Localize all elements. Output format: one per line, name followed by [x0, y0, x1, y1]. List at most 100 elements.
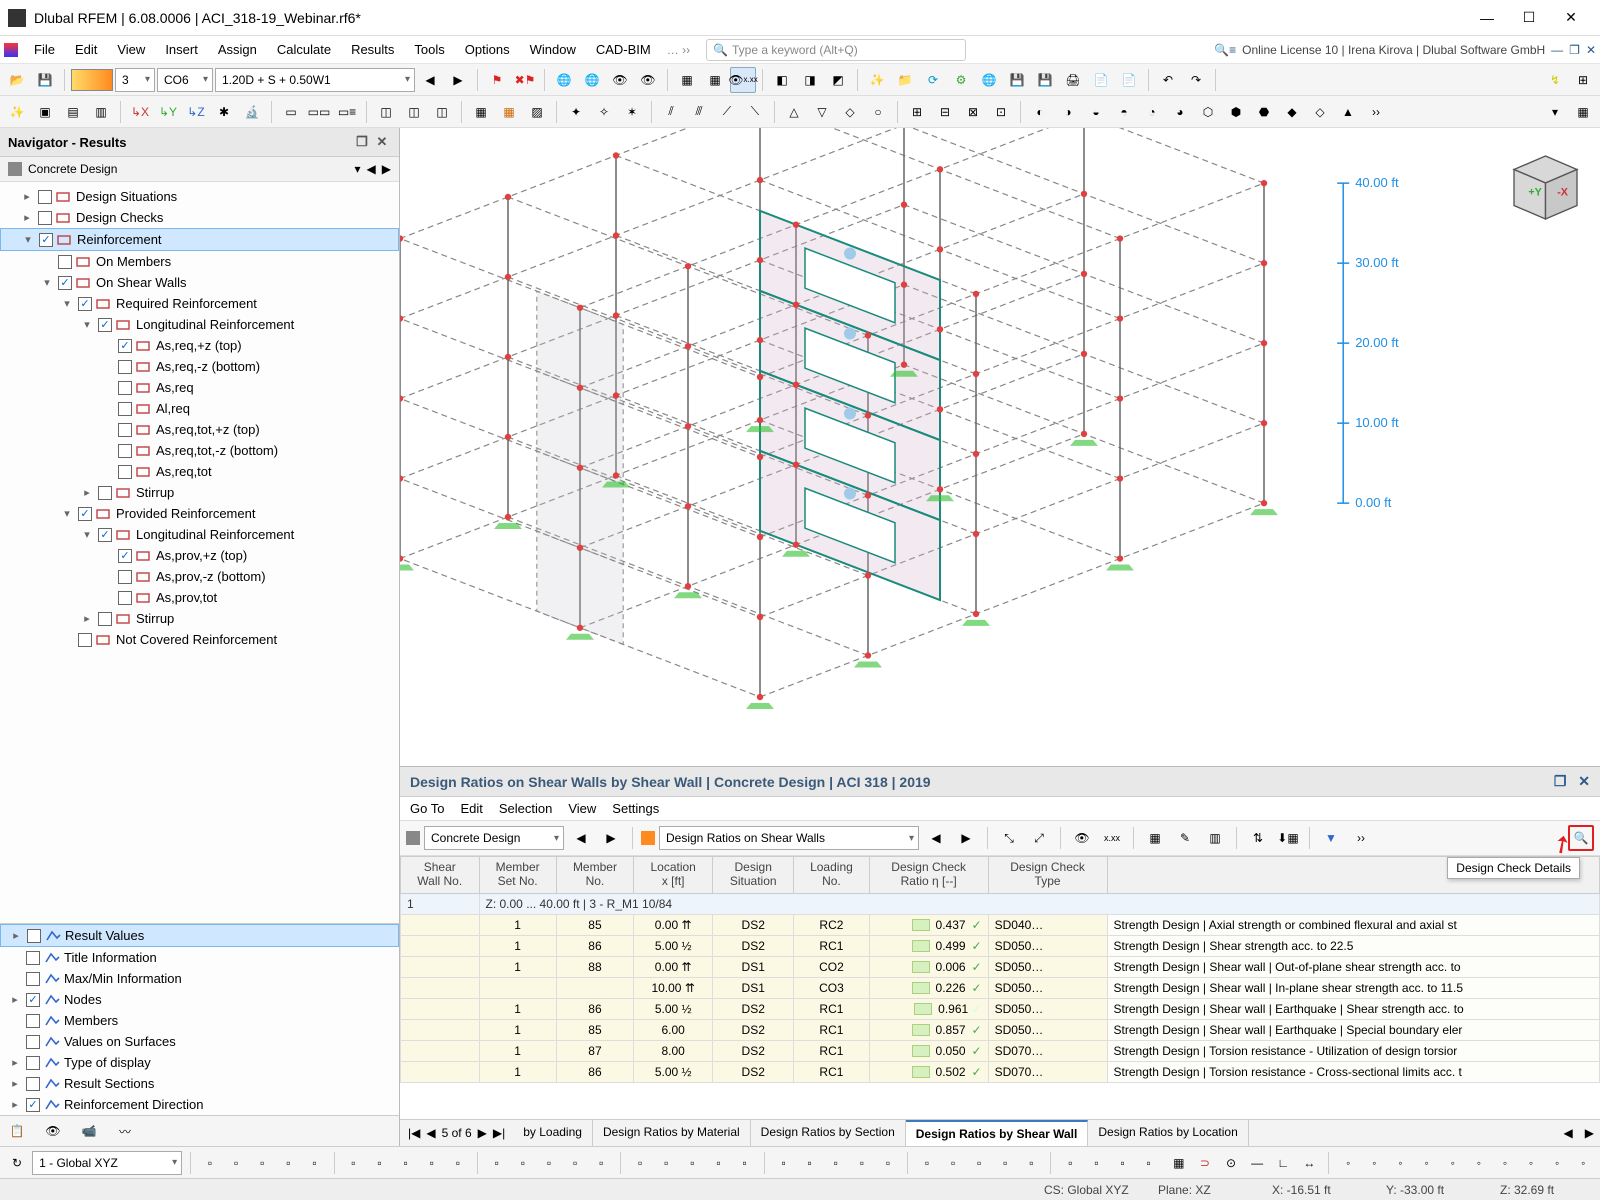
navigator-lower-tree[interactable]: ▸ Result Values Title Information Max/Mi… — [0, 923, 399, 1115]
tb-eye2[interactable]: 👁 — [635, 67, 661, 93]
mdi-restore[interactable]: ❐ — [1569, 43, 1580, 57]
tree-item[interactable]: ▾ On Shear Walls — [0, 272, 399, 293]
tree-item[interactable]: As,req,tot,-z (bottom) — [0, 440, 399, 461]
tb-globe[interactable]: 🌐 — [551, 67, 577, 93]
checkbox[interactable] — [118, 591, 132, 605]
rtb-select-a[interactable]: ⤡ — [996, 825, 1022, 851]
navigator-pin-icon[interactable]: ❐ — [353, 133, 371, 151]
checkbox[interactable] — [118, 444, 132, 458]
tb2-more[interactable]: ›› — [1363, 99, 1389, 125]
tb2-microscope[interactable]: 🔬 — [239, 99, 265, 125]
caret-icon[interactable]: ▾ — [21, 233, 35, 246]
checkbox[interactable] — [26, 993, 40, 1007]
bt-tool-14[interactable]: ▫ — [590, 1150, 612, 1176]
tb2-surf-a[interactable]: ◫ — [373, 99, 399, 125]
col-header[interactable]: LoadingNo. — [794, 857, 870, 894]
search-toggle-icon[interactable]: 🔍≡ — [1214, 43, 1236, 57]
results-close-icon[interactable]: ✕ — [1578, 773, 1590, 789]
tb2-mesh-dash[interactable]: ▨ — [524, 99, 550, 125]
tb2-surf-b[interactable]: ◫ — [401, 99, 427, 125]
bt-tool-28[interactable]: ▫ — [994, 1150, 1016, 1176]
lower-tree-item[interactable]: ▸ Nodes — [0, 989, 399, 1010]
tb-plus-box[interactable]: ⊞ — [1570, 67, 1596, 93]
bt-opt-1[interactable]: ◦ — [1363, 1150, 1385, 1176]
tb-gear-green[interactable]: ⚙ — [948, 67, 974, 93]
rtb-export[interactable]: ⬇▦ — [1275, 825, 1301, 851]
checkbox[interactable] — [118, 570, 132, 584]
tb2-n2[interactable]: ▽ — [809, 99, 835, 125]
table-row[interactable]: 10.00 ⇈DS1CO3 0.226 ✓SD050… Strength Des… — [401, 977, 1600, 998]
load-case-combo[interactable]: CO6 — [157, 68, 213, 92]
tree-item[interactable]: Not Covered Reinforcement — [0, 629, 399, 650]
bt-tool-16[interactable]: ▫ — [655, 1150, 677, 1176]
bt-opt-8[interactable]: ◦ — [1546, 1150, 1568, 1176]
menu-file[interactable]: File — [24, 38, 65, 61]
tb-redo[interactable]: ↷ — [1183, 67, 1209, 93]
tb-new[interactable]: ✨ — [864, 67, 890, 93]
results-table-prev[interactable]: ◀ — [923, 825, 949, 851]
rtb-sort[interactable]: ⇅ — [1245, 825, 1271, 851]
table-row[interactable]: 1850.00 ⇈DS2RC2 0.437 ✓SD040… Strength D… — [401, 914, 1600, 935]
checkbox[interactable] — [98, 486, 112, 500]
tb-eye[interactable]: 👁 — [607, 67, 633, 93]
tree-item[interactable]: Al,req — [0, 398, 399, 419]
tabs-scroll-right[interactable]: ▶ — [1579, 1126, 1600, 1140]
module-prev-icon[interactable]: ◀ — [367, 162, 376, 176]
tb2-p2[interactable]: ◑ — [1055, 99, 1081, 125]
results-tab[interactable]: Design Ratios by Section — [751, 1120, 906, 1146]
menu-results[interactable]: Results — [341, 38, 404, 61]
tree-item[interactable]: As,req — [0, 377, 399, 398]
menu-view[interactable]: View — [107, 38, 155, 61]
checkbox[interactable] — [118, 339, 132, 353]
tb-undo[interactable]: ↶ — [1155, 67, 1181, 93]
tree-item[interactable]: As,req,tot,+z (top) — [0, 419, 399, 440]
tb2-axis-x[interactable]: ↳X — [127, 99, 153, 125]
caret-icon[interactable]: ▸ — [9, 929, 23, 942]
checkbox[interactable] — [98, 318, 112, 332]
caret-icon[interactable]: ▾ — [80, 528, 94, 541]
bt-tool-13[interactable]: ▫ — [564, 1150, 586, 1176]
bt-opt-3[interactable]: ◦ — [1416, 1150, 1438, 1176]
checkbox[interactable] — [27, 929, 41, 943]
tb2-axis-xyz[interactable]: ✱ — [211, 99, 237, 125]
tb2-p6[interactable]: ◕ — [1167, 99, 1193, 125]
checkbox[interactable] — [118, 381, 132, 395]
tb2-p8[interactable]: ⬢ — [1223, 99, 1249, 125]
tb2-star3[interactable]: ✶ — [619, 99, 645, 125]
load-number-combo[interactable]: 3 — [115, 68, 155, 92]
bt-reset[interactable]: ↻ — [6, 1150, 28, 1176]
bt-opt-0[interactable]: ◦ — [1337, 1150, 1359, 1176]
rtb-table[interactable]: ▦ — [1142, 825, 1168, 851]
window-minimize[interactable]: — — [1466, 3, 1508, 33]
checkbox[interactable] — [58, 276, 72, 290]
checkbox[interactable] — [26, 1056, 40, 1070]
lower-tree-item[interactable]: Title Information — [0, 947, 399, 968]
results-module-next[interactable]: ▶ — [598, 825, 624, 851]
tree-item[interactable]: ▸ Design Situations — [0, 186, 399, 207]
window-close[interactable]: ✕ — [1550, 3, 1592, 33]
bt-tool-19[interactable]: ▫ — [734, 1150, 756, 1176]
tb-flag-red[interactable]: ⚑ — [484, 67, 510, 93]
checkbox[interactable] — [118, 423, 132, 437]
bt-tool-0[interactable]: ▫ — [199, 1150, 221, 1176]
menu-cad-bim[interactable]: CAD-BIM — [586, 38, 661, 61]
checkbox[interactable] — [58, 255, 72, 269]
checkbox[interactable] — [118, 360, 132, 374]
bt-tool-10[interactable]: ▫ — [486, 1150, 508, 1176]
tree-item[interactable]: ▾ Longitudinal Reinforcement — [0, 524, 399, 545]
bt-snap-line[interactable]: — — [1246, 1150, 1268, 1176]
load-prev[interactable]: ◀ — [417, 67, 443, 93]
tb2-cube-c[interactable]: ▥ — [88, 99, 114, 125]
tb2-members[interactable]: ▭▭ — [306, 99, 332, 125]
tb2-axis-z[interactable]: ↳Z — [183, 99, 209, 125]
tb-doc[interactable]: 📄 — [1088, 67, 1114, 93]
rtb-filter[interactable]: ▼ — [1318, 825, 1344, 851]
checkbox[interactable] — [26, 951, 40, 965]
rtb-eye[interactable]: 👁 — [1069, 825, 1095, 851]
tb2-mesh-col[interactable]: ▦ — [496, 99, 522, 125]
bt-tool-2[interactable]: ▫ — [251, 1150, 273, 1176]
caret-icon[interactable]: ▸ — [8, 1077, 22, 1090]
results-tab[interactable]: Design Ratios by Location — [1088, 1120, 1248, 1146]
tb-refresh[interactable]: ⟳ — [920, 67, 946, 93]
table-row[interactable]: 1865.00 ½DS2RC1 0.499 ✓SD050… Strength D… — [401, 935, 1600, 956]
